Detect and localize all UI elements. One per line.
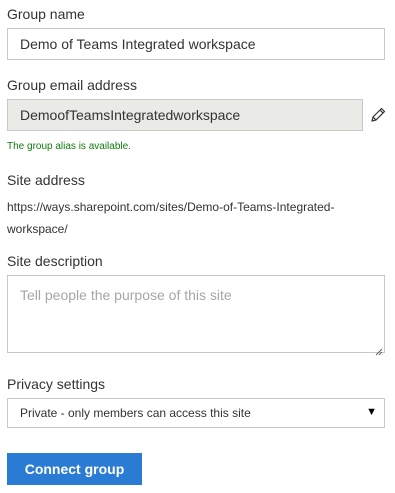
group-email-label: Group email address — [7, 77, 137, 93]
privacy-settings-select[interactable]: Private - only members can access this s… — [7, 398, 385, 428]
site-address-label: Site address — [7, 172, 85, 188]
site-address-url-line2: workspace/ — [7, 222, 68, 236]
site-address-url: https://ways.sharepoint.com/sites/Demo-o… — [7, 196, 392, 240]
privacy-settings-label: Privacy settings — [7, 376, 106, 392]
site-description-textarea[interactable] — [7, 275, 385, 353]
alias-availability-status: The group alias is available. — [7, 141, 131, 152]
resize-grip-icon[interactable] — [375, 343, 383, 361]
pencil-icon[interactable] — [369, 106, 387, 124]
group-name-label: Group name — [7, 6, 85, 22]
connect-group-button[interactable]: Connect group — [7, 453, 142, 485]
site-description-label: Site description — [7, 253, 103, 269]
group-email-input — [7, 99, 363, 131]
site-address-url-line1: https://ways.sharepoint.com/sites/Demo-o… — [7, 200, 335, 214]
triangle-down-icon: ▼ — [366, 406, 377, 418]
group-name-input[interactable] — [7, 28, 385, 60]
privacy-selected-value: Private - only members can access this s… — [20, 406, 251, 420]
